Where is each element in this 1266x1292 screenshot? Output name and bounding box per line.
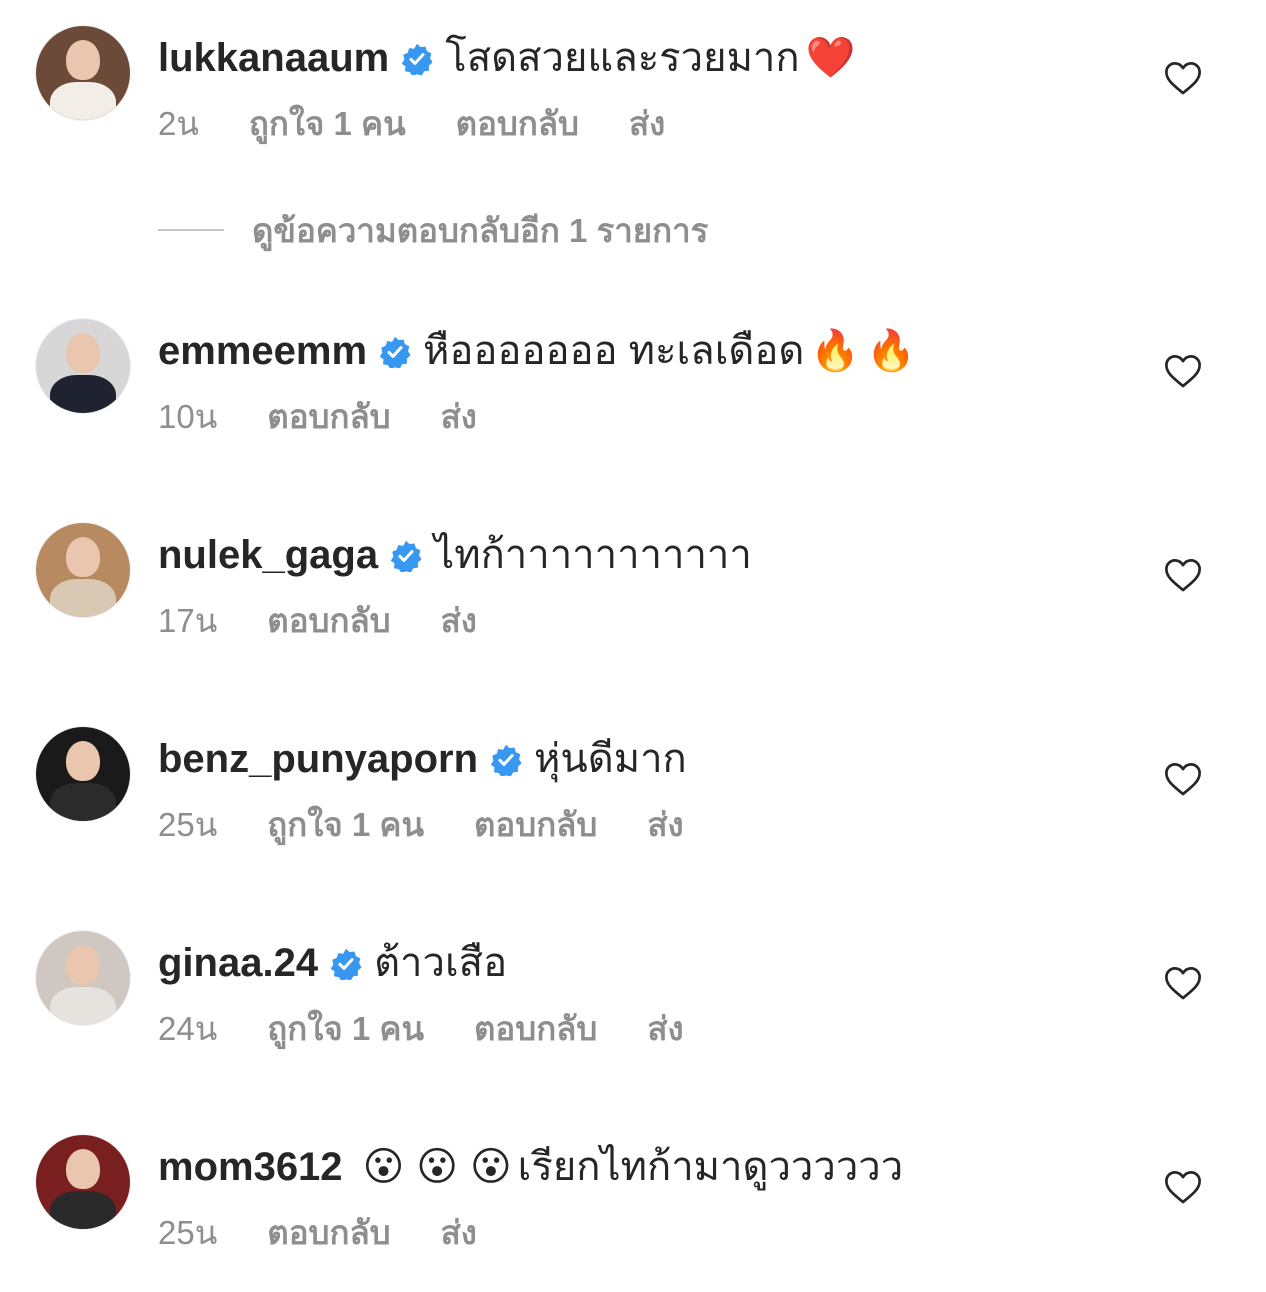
username-link[interactable]: mom3612 — [158, 1147, 343, 1187]
avatar-face — [66, 40, 100, 80]
comment-meta: 2น ถูกใจ 1 คน ตอบกลับ ส่ง — [158, 98, 715, 148]
avatar[interactable] — [36, 319, 130, 413]
reply-button[interactable]: ตอบกลับ — [267, 390, 390, 443]
reply-button[interactable]: ตอบกลับ — [456, 97, 579, 150]
avatar-face — [66, 1149, 100, 1189]
comment-item: emmeemm หือออออออ ทะเลเดือด 🔥 🔥 10น ตอบกลับ ส่… — [0, 319, 1266, 459]
verified-badge-icon — [390, 539, 422, 574]
username-link[interactable]: lukkanaaum — [158, 38, 389, 78]
comment-item: mom3612 😮 😮 😮 เรียกไทก้ามาดูวววววว 25น ตอบกลับ… — [0, 1135, 1266, 1275]
view-replies-divider — [158, 229, 224, 231]
avatar-body — [50, 579, 116, 617]
heart-outline-icon[interactable] — [1164, 557, 1202, 593]
timestamp: 24น — [158, 1009, 218, 1047]
avatar-face — [66, 537, 100, 577]
heart-outline-icon[interactable] — [1164, 965, 1202, 1001]
emoji: ❤️ — [805, 36, 856, 80]
likes-count[interactable]: ถูกใจ 1 คน — [267, 1002, 424, 1055]
comment-text: โสดสวยและรวยมาก — [445, 36, 800, 80]
send-button[interactable]: ส่ง — [647, 798, 683, 851]
likes-count[interactable]: ถูกใจ 1 คน — [267, 798, 424, 851]
send-button[interactable]: ส่ง — [441, 1206, 477, 1259]
avatar[interactable] — [36, 523, 130, 617]
comment-line: ginaa.24 ต้าวเสือ — [158, 935, 507, 991]
username-link[interactable]: emmeemm — [158, 331, 367, 371]
verified-badge-icon — [490, 743, 522, 778]
heart-outline-icon[interactable] — [1164, 1169, 1202, 1205]
likes-count[interactable]: ถูกใจ 1 คน — [249, 97, 406, 150]
send-button[interactable]: ส่ง — [629, 97, 665, 150]
view-replies-button[interactable]: ดูข้อความตอบกลับอีก 1 รายการ — [158, 205, 708, 255]
send-button[interactable]: ส่ง — [647, 1002, 683, 1055]
comment-item: benz_punyaporn หุ่นดีมาก 25น ถูกใจ 1 คน ตอบก… — [0, 727, 1266, 867]
reply-button[interactable]: ตอบกลับ — [267, 594, 390, 647]
comment-text: หือออออออ ทะเลเดือด — [423, 329, 805, 373]
reply-button[interactable]: ตอบกลับ — [474, 798, 597, 851]
send-button[interactable]: ส่ง — [441, 390, 477, 443]
comment-line: lukkanaaum โสดสวยและรวยมาก ❤️ — [158, 30, 855, 86]
avatar[interactable] — [36, 727, 130, 821]
reply-button[interactable]: ตอบกลับ — [267, 1206, 390, 1259]
timestamp: 25น — [158, 805, 218, 843]
verified-badge-icon — [379, 335, 411, 370]
comment-line: mom3612 😮 😮 😮 เรียกไทก้ามาดูวววววว — [158, 1139, 903, 1195]
timestamp: 25น — [158, 1213, 218, 1251]
avatar-face — [66, 741, 100, 781]
timestamp: 2น — [158, 104, 199, 142]
view-replies-label: ดูข้อความตอบกลับอีก 1 รายการ — [252, 211, 709, 249]
avatar-body — [50, 987, 116, 1025]
username-link[interactable]: benz_punyaporn — [158, 739, 478, 779]
verified-badge-icon — [401, 42, 433, 77]
emoji: 🔥 — [866, 329, 916, 373]
reply-button[interactable]: ตอบกลับ — [474, 1002, 597, 1055]
comment-line: nulek_gaga ไทก้าาาาาาาาาาา — [158, 527, 752, 583]
comment-meta: 25น ถูกใจ 1 คน ตอบกลับ ส่ง — [158, 799, 734, 849]
comment-text: ต้าวเสือ — [374, 941, 508, 985]
comment-meta: 10น ตอบกลับ ส่ง — [158, 391, 527, 441]
comment-line: benz_punyaporn หุ่นดีมาก — [158, 731, 687, 787]
comment-line: emmeemm หือออออออ ทะเลเดือด 🔥 🔥 — [158, 323, 916, 379]
timestamp: 10น — [158, 397, 218, 435]
username-link[interactable]: nulek_gaga — [158, 535, 378, 575]
comment-text: เรียกไทก้ามาดูวววววว — [517, 1145, 904, 1189]
comment-item: nulek_gaga ไทก้าาาาาาาาาาา 17น ตอบกลับ ส่ง — [0, 523, 1266, 663]
avatar-body — [50, 375, 116, 413]
heart-outline-icon[interactable] — [1164, 353, 1202, 389]
heart-outline-icon[interactable] — [1164, 60, 1202, 96]
verified-badge-icon — [330, 947, 362, 982]
comment-item: ginaa.24 ต้าวเสือ 24น ถูกใจ 1 คน ตอบกลับ ส่ง — [0, 931, 1266, 1071]
avatar-body — [50, 1191, 116, 1229]
comment-text: ไทก้าาาาาาาาาาา — [434, 533, 752, 577]
username-link[interactable]: ginaa.24 — [158, 943, 318, 983]
comment-item: lukkanaaum โสดสวยและรวยมาก ❤️ 2น ถูกใจ 1 คน ต… — [0, 26, 1266, 166]
comment-meta: 25น ตอบกลับ ส่ง — [158, 1207, 527, 1257]
comment-meta: 24น ถูกใจ 1 คน ตอบกลับ ส่ง — [158, 1003, 734, 1053]
comment-text: หุ่นดีมาก — [534, 737, 687, 781]
avatar-body — [50, 82, 116, 120]
avatar[interactable] — [36, 931, 130, 1025]
emoji: 🔥 — [810, 329, 861, 373]
avatar-face — [66, 945, 100, 985]
avatar-face — [66, 333, 100, 373]
avatar[interactable] — [36, 26, 130, 120]
send-button[interactable]: ส่ง — [441, 594, 477, 647]
timestamp: 17น — [158, 601, 218, 639]
heart-outline-icon[interactable] — [1164, 761, 1202, 797]
emoji: 😮 — [362, 1145, 405, 1189]
comment-meta: 17น ตอบกลับ ส่ง — [158, 595, 527, 645]
emoji: 😮 — [416, 1145, 458, 1189]
avatar-body — [50, 783, 116, 821]
avatar[interactable] — [36, 1135, 130, 1229]
emoji: 😮 — [469, 1145, 512, 1189]
